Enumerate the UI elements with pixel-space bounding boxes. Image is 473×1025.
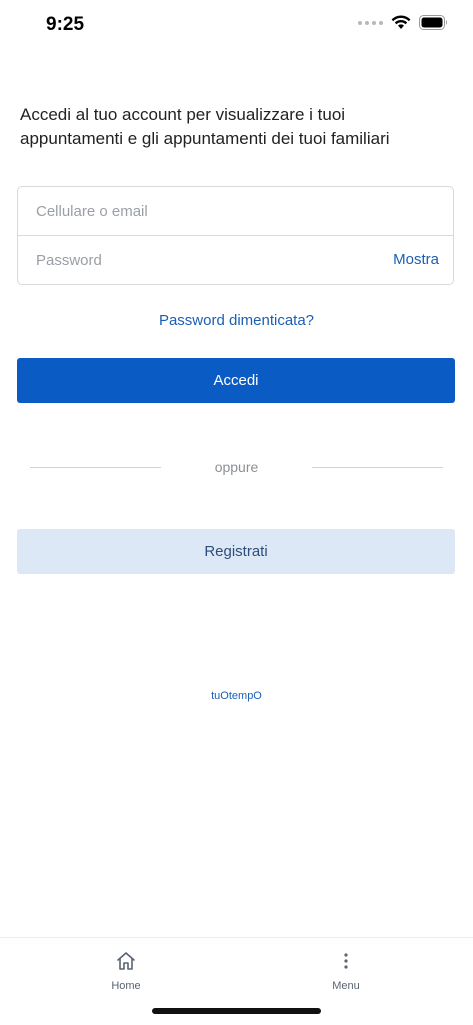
forgot-password-link[interactable]: Password dimenticata? [0, 312, 473, 329]
battery-icon [419, 15, 447, 30]
divider-line-right [312, 467, 443, 468]
cellular-signal-icon [358, 20, 383, 25]
tab-home[interactable]: Home [66, 948, 186, 992]
email-field[interactable] [36, 187, 366, 235]
password-field[interactable] [36, 236, 366, 284]
intro-text: Accedi al tuo account per visualizzare i… [20, 105, 390, 148]
register-button[interactable]: Registrati [17, 529, 455, 574]
status-icons [358, 15, 449, 30]
tab-menu-label: Menu [332, 980, 360, 992]
tab-home-label: Home [111, 980, 141, 992]
password-row: Mostra [18, 236, 453, 285]
wifi-icon [391, 15, 411, 29]
tab-menu[interactable]: Menu [286, 948, 406, 992]
status-bar: 9:25 [0, 0, 473, 54]
show-password-button[interactable]: Mostra [393, 251, 439, 268]
home-indicator [152, 1008, 321, 1014]
home-icon [117, 952, 135, 970]
email-row [18, 187, 453, 236]
login-button[interactable]: Accedi [17, 358, 455, 403]
status-time: 9:25 [46, 14, 85, 35]
brand-logo: tuOtempO [211, 690, 262, 702]
more-vertical-icon [344, 953, 348, 969]
login-form: Mostra [17, 186, 454, 285]
